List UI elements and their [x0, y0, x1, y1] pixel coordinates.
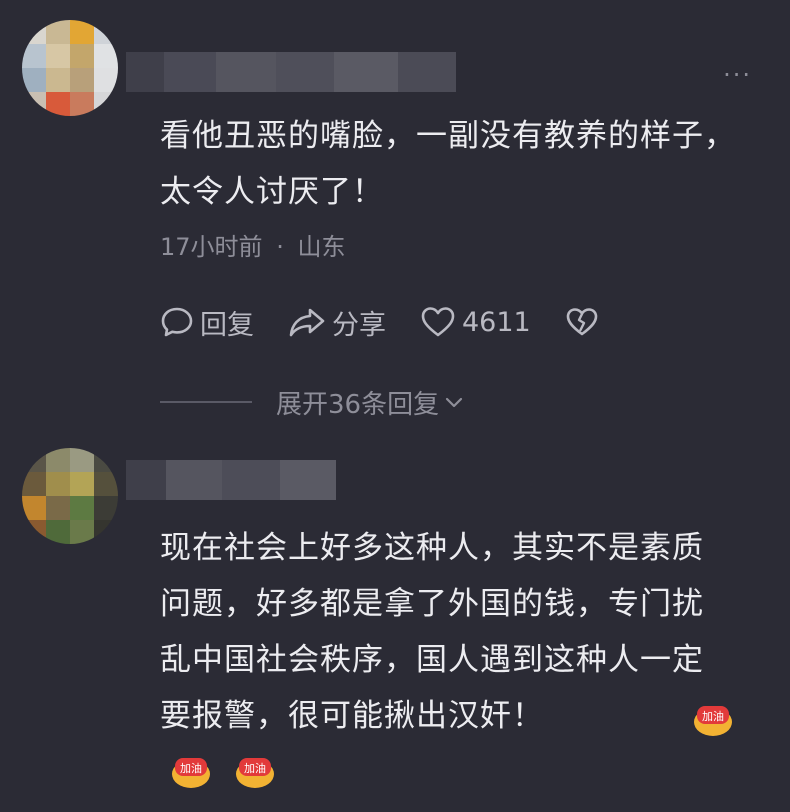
comment-meta: 17小时前 · 山东: [160, 227, 345, 262]
share-arrow-icon: [289, 308, 325, 337]
jiayou-emoji: 加油: [234, 752, 276, 790]
comment-actions: 回复 分享 4611: [160, 300, 633, 344]
heart-icon: [421, 307, 455, 337]
comment-text: 看他丑恶的嘴脸，一副没有教养的样子，太令人讨厌了！: [160, 118, 736, 210]
share-button[interactable]: 分享: [288, 303, 386, 342]
comment-bubble-icon: [161, 307, 193, 337]
jiayou-emoji: 加油: [692, 700, 734, 738]
comment-item: 现在社会上好多这种人，其实不是素质问题，好多都是拿了外国的钱，专门扰乱中国社会秩…: [0, 430, 790, 812]
like-count: 4611: [462, 306, 531, 338]
expand-replies-label: 展开36条回复: [276, 389, 440, 420]
emoji-row: 加油 加油: [170, 752, 276, 790]
expand-replies-button[interactable]: 展开36条回复: [160, 384, 465, 420]
username-blurred[interactable]: [126, 52, 456, 92]
comment-item: ··· 看他丑恶的嘴脸，一副没有教养的样子，太令人讨厌了！ 17小时前 · 山东…: [0, 0, 790, 430]
reply-button[interactable]: 回复: [160, 303, 254, 342]
broken-heart-icon: [566, 308, 598, 336]
chevron-down-icon: [445, 397, 463, 408]
share-label: 分享: [332, 309, 386, 341]
comment-text: 现在社会上好多这种人，其实不是素质问题，好多都是拿了外国的钱，专门扰乱中国社会秩…: [160, 530, 704, 734]
comment-location: 山东: [297, 233, 346, 261]
like-button[interactable]: 4611: [420, 305, 531, 339]
avatar[interactable]: [22, 448, 118, 544]
meta-separator: ·: [276, 233, 284, 261]
reply-label: 回复: [200, 309, 254, 341]
divider-line: [160, 401, 252, 403]
svg-text:加油: 加油: [180, 761, 202, 775]
svg-text:加油: 加油: [244, 761, 266, 775]
more-dots-icon[interactable]: ···: [723, 63, 752, 87]
jiayou-emoji: 加油: [170, 752, 212, 790]
dislike-button[interactable]: [565, 306, 599, 338]
svg-text:加油: 加油: [702, 709, 724, 723]
avatar[interactable]: [22, 20, 118, 116]
username-blurred[interactable]: [126, 460, 336, 500]
comment-time: 17小时前: [160, 233, 263, 261]
emoji-inline: 加油: [692, 700, 734, 738]
